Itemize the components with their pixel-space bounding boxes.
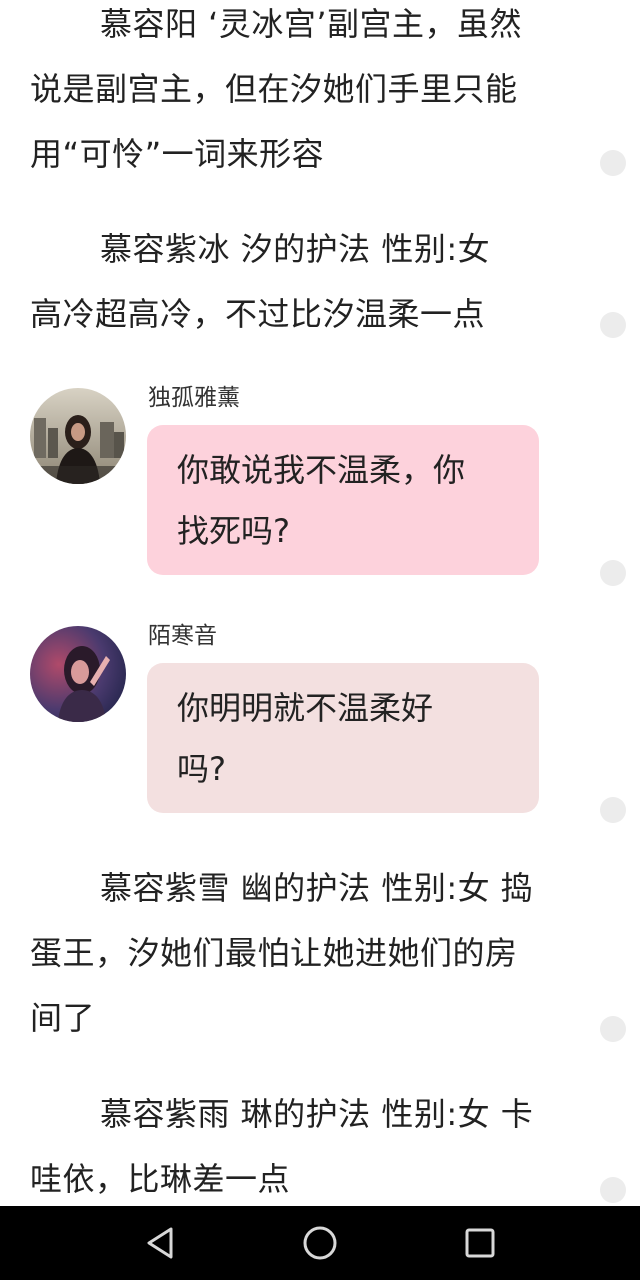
paragraph-comment-dot[interactable] [600, 1177, 626, 1203]
paragraph-4-line-1: 慕容紫雨 琳的护法 性别:女 卡 [100, 1095, 534, 1133]
story-paragraph-2: 慕容紫冰 汐的护法 性别:女 高冷超高冷，不过比汐温柔一点 [30, 217, 585, 347]
paragraph-2-line-2: 高冷超高冷，不过比汐温柔一点 [30, 295, 486, 333]
avatar[interactable] [30, 388, 126, 484]
paragraph-comment-dot[interactable] [600, 560, 626, 586]
message-2-line-1: 你明明就不温柔好 [177, 689, 434, 727]
paragraph-3-line-3: 间了 [30, 999, 96, 1037]
home-circle-icon [303, 1226, 337, 1260]
message-bubble[interactable]: 你敢说我不温柔，你 找死吗? [147, 425, 539, 575]
recents-button[interactable] [461, 1224, 499, 1262]
avatar[interactable] [30, 626, 126, 722]
recents-square-icon [465, 1228, 495, 1258]
paragraph-4-line-2: 哇依，比琳差一点 [30, 1160, 291, 1198]
message-sender-name: 陌寒音 [148, 623, 217, 649]
story-paragraph-4: 慕容紫雨 琳的护法 性别:女 卡 哇依，比琳差一点 [30, 1082, 585, 1212]
avatar-image-icon [30, 626, 126, 722]
paragraph-1-line-3: 用“可怜”一词来形容 [30, 135, 325, 173]
story-paragraph-1: 慕容阳 ‘灵冰宫’副宫主，虽然 说是副宫主，但在汐她们手里只能 用“可怜”一词来… [30, 0, 585, 187]
navigation-bar [0, 1206, 640, 1280]
message-1-line-1: 你敢说我不温柔，你 [177, 451, 466, 489]
message-text: 你明明就不温柔好 吗? [177, 663, 497, 800]
message-sender-name: 独孤雅薰 [148, 385, 240, 411]
message-1-line-2: 找死吗? [177, 512, 290, 550]
back-triangle-icon [147, 1227, 173, 1259]
paragraph-1-line-2: 说是副宫主，但在汐她们手里只能 [30, 70, 518, 108]
paragraph-comment-dot[interactable] [600, 312, 626, 338]
avatar-image-icon [30, 388, 126, 484]
paragraph-3-line-2: 蛋王，汐她们最怕让她进她们的房 [30, 934, 518, 972]
story-paragraph-3: 慕容紫雪 幽的护法 性别:女 捣 蛋王，汐她们最怕让她进她们的房 间了 [30, 856, 585, 1051]
paragraph-2-line-1: 慕容紫冰 汐的护法 性别:女 [100, 230, 491, 268]
message-2-line-2: 吗? [177, 750, 226, 788]
home-button[interactable] [301, 1224, 339, 1262]
message-text: 你敢说我不温柔，你 找死吗? [177, 425, 497, 562]
back-button[interactable] [141, 1224, 179, 1262]
paragraph-comment-dot[interactable] [600, 150, 626, 176]
paragraph-comment-dot[interactable] [600, 797, 626, 823]
paragraph-3-line-1: 慕容紫雪 幽的护法 性别:女 捣 [100, 869, 534, 907]
paragraph-comment-dot[interactable] [600, 1016, 626, 1042]
message-bubble[interactable]: 你明明就不温柔好 吗? [147, 663, 539, 813]
paragraph-1-line-1: 慕容阳 ‘灵冰宫’副宫主，虽然 [100, 5, 523, 43]
